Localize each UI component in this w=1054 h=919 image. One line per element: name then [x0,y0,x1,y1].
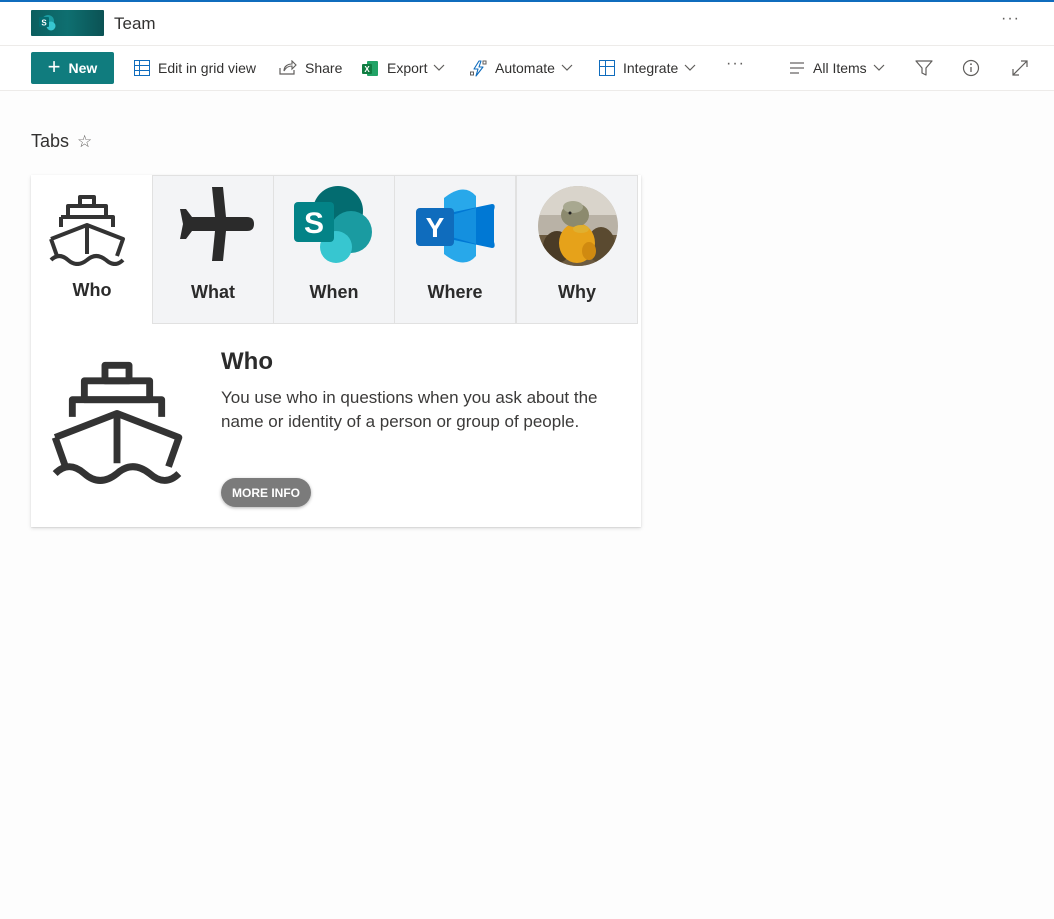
sharepoint-icon: S [294,186,372,263]
header-more-button[interactable]: ··· [1001,10,1020,28]
yammer-icon: Y [416,189,495,263]
new-button[interactable]: + New [31,52,114,84]
edit-grid-view-button[interactable]: Edit in grid view [134,58,256,78]
automate-label: Automate [495,60,555,76]
chevron-down-icon [873,64,885,71]
view-selector[interactable]: All Items [789,58,885,78]
export-button[interactable]: X Export [362,58,445,78]
chevron-down-icon [434,64,445,71]
tab-label: When [309,282,359,302]
list-lines-icon [790,62,804,74]
tab-what[interactable]: What [152,175,274,324]
tab-when[interactable]: S When [273,175,395,324]
share-icon [279,60,297,75]
svg-text:X: X [364,65,370,74]
tab-who[interactable]: Who [31,175,153,324]
tab-why[interactable]: Why [516,175,638,324]
tabs-webpart: Who What S When Y Where Why Who You use … [31,175,641,527]
share-button[interactable]: Share [279,58,342,78]
view-selector-label: All Items [813,60,867,76]
expand-icon[interactable] [1010,58,1030,78]
export-label: Export [387,60,428,76]
more-commands-button[interactable]: ··· [726,55,745,73]
excel-icon: X [362,60,378,76]
plus-icon: + [47,54,61,79]
svg-text:S: S [41,19,47,28]
ship-large-icon [51,361,183,484]
svg-text:S: S [304,207,324,240]
info-icon[interactable] [961,58,981,78]
duck-photo [538,186,618,266]
integrate-button[interactable]: Integrate [599,58,696,78]
ship-icon [49,195,125,266]
grid-icon [134,60,150,76]
command-bar: + New Edit in grid view Share X Export A… [0,46,1054,91]
share-label: Share [305,60,343,76]
tab-label: What [191,282,235,302]
filter-icon[interactable] [914,58,934,78]
site-header: S Team ··· [0,2,1054,46]
detail-description: You use who in questions when you ask ab… [221,388,598,431]
edit-grid-view-label: Edit in grid view [158,60,257,76]
new-button-label: New [68,60,98,76]
integrate-label: Integrate [623,60,679,76]
sharepoint-mini-icon: S [39,15,56,31]
integrate-icon [599,60,615,76]
tab-label: Why [558,282,596,302]
svg-text:Y: Y [426,212,445,243]
more-info-button[interactable]: MORE INFO [221,478,311,507]
chevron-down-icon [561,64,573,71]
airplane-icon [180,187,254,261]
tab-label: Who [72,280,112,300]
automate-icon [470,59,487,77]
site-title[interactable]: Team [114,14,156,34]
chevron-down-icon [684,64,696,71]
detail-title: Who [221,348,273,375]
site-logo[interactable]: S [31,10,104,36]
page-title: Tabs [31,131,70,151]
favorite-star-icon[interactable]: ☆ [77,132,92,152]
tab-where[interactable]: Y Where [394,175,516,324]
automate-button[interactable]: Automate [470,58,573,78]
tab-label: Where [427,282,483,302]
